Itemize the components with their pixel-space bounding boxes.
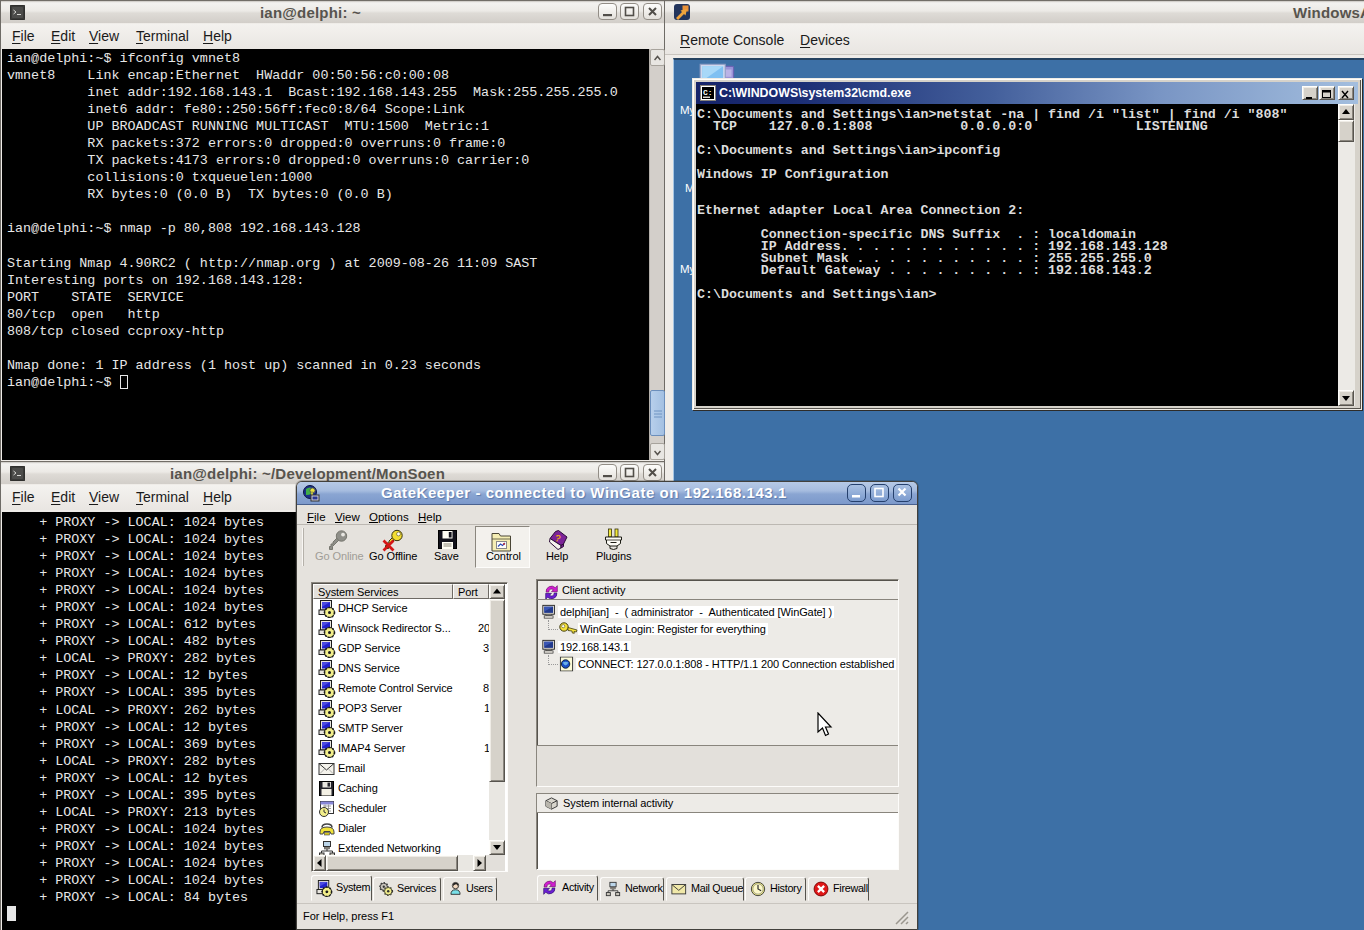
svg-text:C:: C:	[703, 88, 713, 97]
